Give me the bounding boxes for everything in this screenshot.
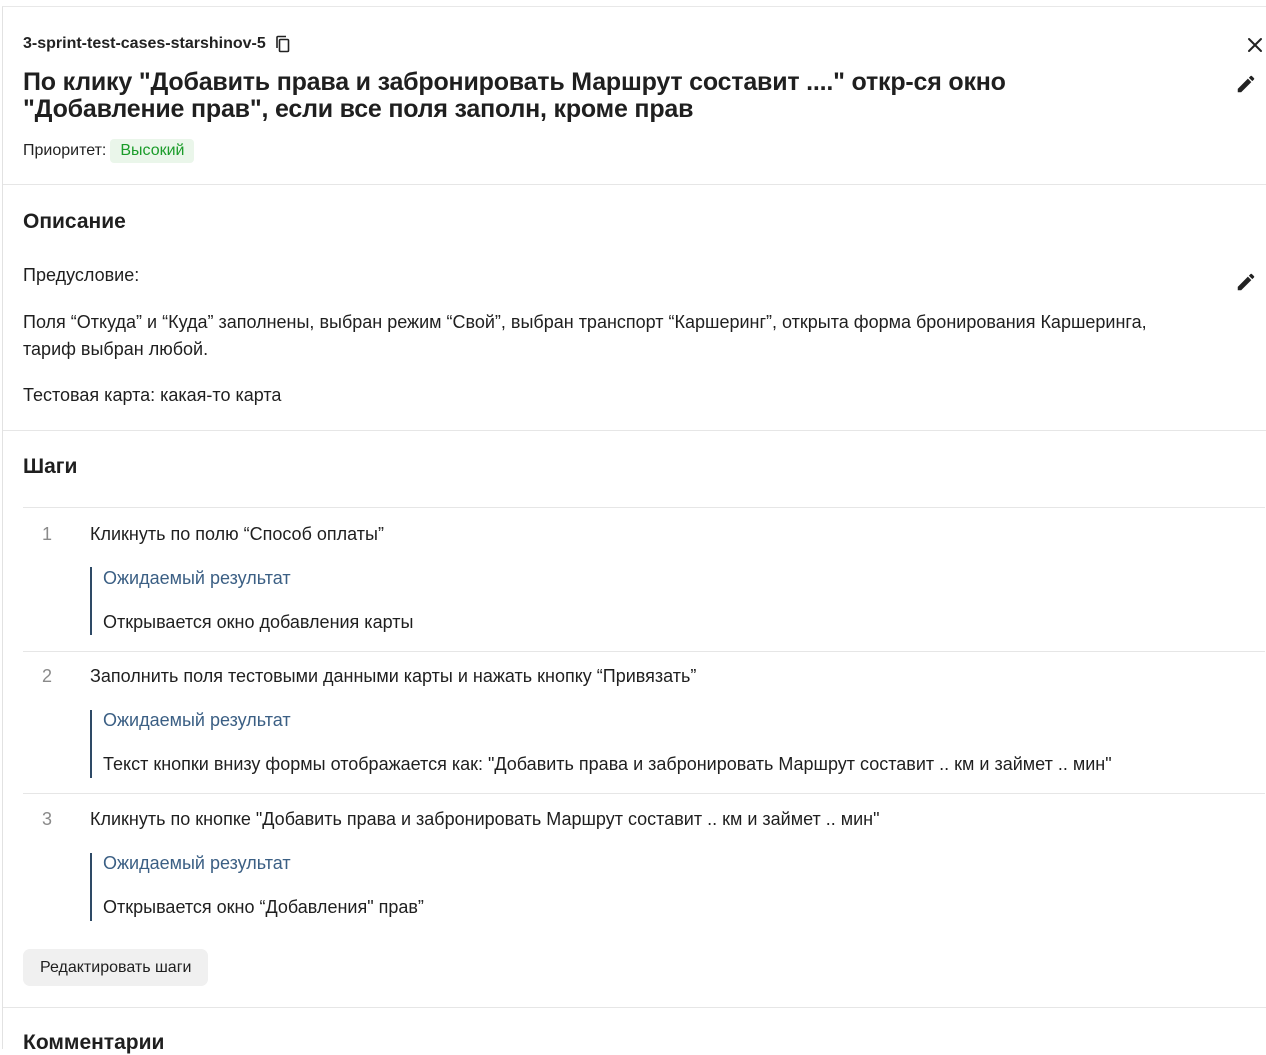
divider <box>3 184 1266 185</box>
expected-result-text: Открывается окно добавления карты <box>103 612 414 632</box>
test-case-panel: 3-sprint-test-cases-starshinov-5 По клик… <box>2 6 1266 1054</box>
description-heading: Описание <box>23 210 126 233</box>
expected-result-bar <box>90 853 92 921</box>
edit-steps-button[interactable]: Редактировать шаги <box>23 949 209 986</box>
divider <box>23 793 1265 794</box>
case-id-text: 3-sprint-test-cases-starshinov-5 <box>23 35 266 52</box>
divider <box>23 651 1265 652</box>
edit-description-icon[interactable] <box>1235 271 1257 293</box>
test-card-text: Тестовая карта: какая-то карта <box>23 385 282 405</box>
step-action: Кликнуть по кнопке "Добавить права и заб… <box>90 809 880 829</box>
divider <box>3 430 1266 431</box>
step-number: 1 <box>42 524 53 544</box>
expected-result-text: Текст кнопки внизу формы отображается ка… <box>103 754 1112 774</box>
expected-result-label: Ожидаемый результат <box>103 710 291 730</box>
close-icon[interactable] <box>1246 36 1264 54</box>
expected-result-bar <box>90 567 92 635</box>
step-number: 3 <box>42 809 53 829</box>
expected-result-label: Ожидаемый результат <box>103 568 291 588</box>
step-action: Заполнить поля тестовыми данными карты и… <box>90 666 697 686</box>
steps-heading: Шаги <box>23 455 78 478</box>
precondition-text: Поля “Откуда” и “Куда” заполнены, выбран… <box>23 312 1147 359</box>
precondition-label: Предусловие: <box>23 265 140 285</box>
step-number: 2 <box>42 666 53 686</box>
divider <box>23 507 1265 508</box>
expected-result-bar <box>90 710 92 778</box>
divider <box>3 1007 1266 1008</box>
priority-row: Приоритет: Высокий <box>23 139 195 163</box>
page-title: По клику "Добавить права и забронировать… <box>23 68 1006 123</box>
step-action: Кликнуть по полю “Способ оплаты” <box>90 524 384 544</box>
comments-heading: Комментарии <box>23 1031 165 1054</box>
expected-result-label: Ожидаемый результат <box>103 853 291 873</box>
priority-badge[interactable]: Высокий <box>110 139 195 163</box>
edit-title-icon[interactable] <box>1235 73 1257 95</box>
case-id: 3-sprint-test-cases-starshinov-5 <box>23 35 291 53</box>
expected-result-text: Открывается окно “Добавления" прав” <box>103 897 424 917</box>
priority-label: Приоритет: <box>23 142 107 159</box>
copy-icon[interactable] <box>275 35 291 53</box>
